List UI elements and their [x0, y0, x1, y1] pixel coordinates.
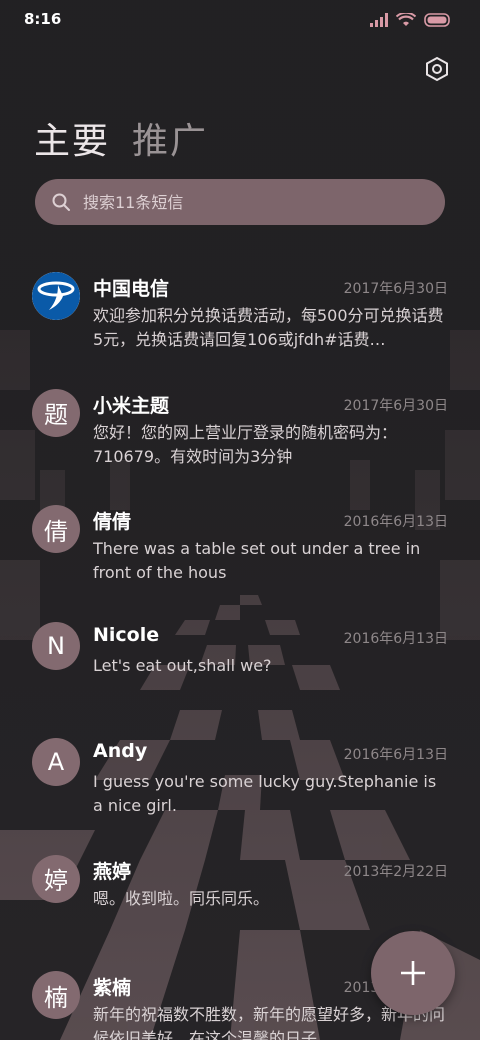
new-message-button[interactable] [371, 931, 455, 1015]
tab-main[interactable]: 主要 [34, 112, 110, 164]
message-preview: 嗯。收到啦。同乐同乐。 [93, 888, 270, 908]
avatar: N [32, 621, 80, 670]
contact-name: 小米主题 [93, 394, 170, 417]
message-date: 2016年6月13日 [343, 747, 448, 763]
conversation-row[interactable]: 倩 倩倩 2016年6月13日 There was a table set ou… [0, 495, 480, 612]
search-input[interactable] [83, 179, 423, 225]
message-date: 2016年6月13日 [343, 514, 448, 530]
message-preview: There was a table set out under a tree i… [93, 539, 421, 582]
message-date: 2017年6月30日 [343, 281, 448, 297]
wifi-icon [396, 13, 416, 26]
signal-icon [370, 13, 388, 27]
contact-name: 燕婷 [93, 860, 132, 883]
status-time: 8:16 [24, 10, 62, 28]
contact-name: 倩倩 [93, 511, 132, 533]
avatar: 婷 [32, 854, 80, 903]
settings-button[interactable] [424, 56, 450, 82]
conversation-row[interactable]: N Nicole 2016年6月13日 Let's eat out,shall … [0, 612, 480, 729]
china-telecom-logo-icon [32, 272, 80, 320]
avatar [32, 272, 80, 320]
search-icon [52, 193, 70, 211]
plus-icon [401, 961, 425, 985]
message-preview: Let's eat out,shall we? [93, 655, 272, 675]
contact-name: 紫楠 [93, 977, 132, 999]
contact-name: Nicole [93, 623, 160, 646]
conversation-row[interactable]: 中国电信 2017年6月30日 欢迎参加积分兑换话费活动，每500分可兑换话费5… [0, 262, 480, 379]
message-date: 2013年2月22日 [343, 863, 448, 880]
avatar: A [32, 738, 80, 786]
battery-icon [424, 13, 450, 27]
message-preview: I guess you're some lucky guy.Stephanie … [93, 772, 437, 815]
avatar: 楠 [32, 971, 80, 1019]
tab-promotions[interactable]: 推广 [132, 112, 208, 164]
status-icons [370, 12, 452, 28]
status-bar: 8:16 [0, 0, 480, 40]
avatar: 题 [32, 388, 80, 437]
message-preview: 您好！您的网上营业厅登录的随机密码为：710679。有效时间为3分钟 [93, 422, 398, 466]
contact-name: 中国电信 [93, 278, 170, 300]
header-tabs: 主要 推广 [34, 112, 208, 164]
conversation-row[interactable]: A Andy 2016年6月13日 I guess you're some lu… [0, 728, 480, 845]
message-date: 2017年6月30日 [343, 397, 448, 414]
message-date: 2016年6月13日 [343, 630, 448, 647]
conversation-list: 中国电信 2017年6月30日 欢迎参加积分兑换话费活动，每500分可兑换话费5… [0, 262, 480, 1040]
message-preview: 欢迎参加积分兑换话费活动，每500分可兑换话费5元，兑换话费请回复106或jfd… [93, 306, 444, 349]
avatar: 倩 [32, 505, 80, 553]
conversation-row[interactable]: 题 小米主题 2017年6月30日 您好！您的网上营业厅登录的随机密码为：710… [0, 379, 480, 496]
hexagon-settings-icon [426, 56, 448, 82]
contact-name: Andy [93, 740, 148, 762]
search-bar[interactable] [35, 179, 445, 225]
